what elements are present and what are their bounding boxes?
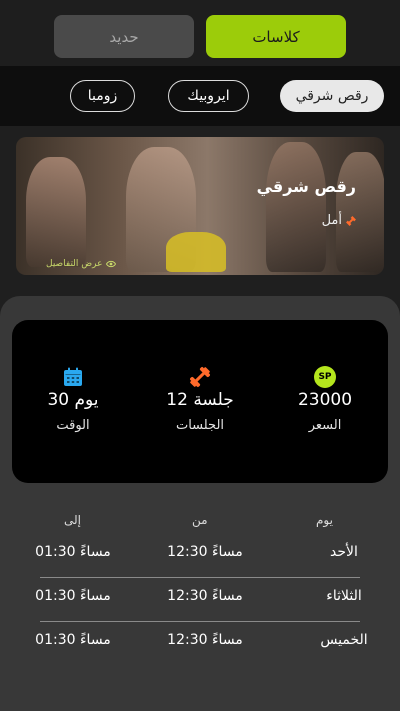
card-photo-figure (336, 152, 384, 272)
row-to: 01:30 مساءً (35, 588, 111, 604)
duration-label: الوقت (56, 418, 90, 433)
sessions-value: 12 جلسة (166, 390, 234, 410)
category-belly-dance[interactable]: رقص شرقي (280, 80, 384, 112)
header-to: إلى (64, 513, 81, 527)
trainer-name: أمل (322, 213, 356, 228)
card-photo-figure (266, 142, 326, 272)
iron-tab[interactable]: حديد (54, 15, 194, 58)
row-to: 01:30 مساءً (35, 632, 111, 648)
category-zumba[interactable]: زومبا (70, 80, 135, 112)
row-to: 01:30 مساءً (35, 544, 111, 560)
price-label: السعر (308, 418, 342, 433)
category-aerobics[interactable]: ايروبيك (168, 80, 249, 112)
row-from: 12:30 مساءً (167, 632, 243, 648)
dumbbell-icon (190, 367, 210, 387)
eye-icon (105, 260, 116, 268)
sessions-label: الجلسات (175, 418, 225, 433)
schedule-row: الأحد 12:30 مساءً 01:30 مساءً (0, 544, 400, 588)
row-day: الأحد (330, 544, 358, 560)
card-photo-figure (26, 157, 86, 267)
dumbbell-icon (346, 215, 356, 226)
price-stat: SP 23000 السعر (270, 320, 380, 483)
view-details-link[interactable]: عرض التفاصيل (46, 259, 116, 269)
card-photo-figure (166, 232, 226, 272)
price-value: 23000 (297, 390, 353, 410)
row-divider (40, 621, 360, 622)
header-day: يوم (316, 513, 333, 527)
duration-stat: 30 يوم الوقت (18, 320, 128, 483)
sp-currency-icon: SP (314, 366, 336, 388)
stats-card: SP 23000 السعر 12 جلسة الجلسات 30 يوم ال… (12, 320, 388, 483)
top-toggle-bar: كلاسات حديد (0, 0, 400, 66)
sessions-stat: 12 جلسة الجلسات (145, 320, 255, 483)
classes-tab[interactable]: كلاسات (206, 15, 346, 58)
calendar-icon (64, 367, 82, 386)
row-day: الخميس (320, 632, 368, 648)
row-from: 12:30 مساءً (167, 588, 243, 604)
header-from: من (192, 513, 208, 527)
schedule-row: الثلاثاء 12:30 مساءً 01:30 مساءً (0, 588, 400, 632)
schedule-row: الخميس 12:30 مساءً 01:30 مساءً (0, 632, 400, 676)
category-bar: رقص شرقي ايروبيك زومبا (0, 66, 400, 126)
trainer-label: أمل (321, 213, 342, 228)
row-day: الثلاثاء (326, 588, 362, 604)
class-title: رقص شرقي (256, 177, 356, 196)
row-divider (40, 577, 360, 578)
view-details-label: عرض التفاصيل (46, 259, 103, 269)
duration-value: 30 يوم (47, 390, 99, 410)
row-from: 12:30 مساءً (167, 544, 243, 560)
class-card[interactable]: رقص شرقي أمل عرض التفاصيل (16, 137, 384, 275)
